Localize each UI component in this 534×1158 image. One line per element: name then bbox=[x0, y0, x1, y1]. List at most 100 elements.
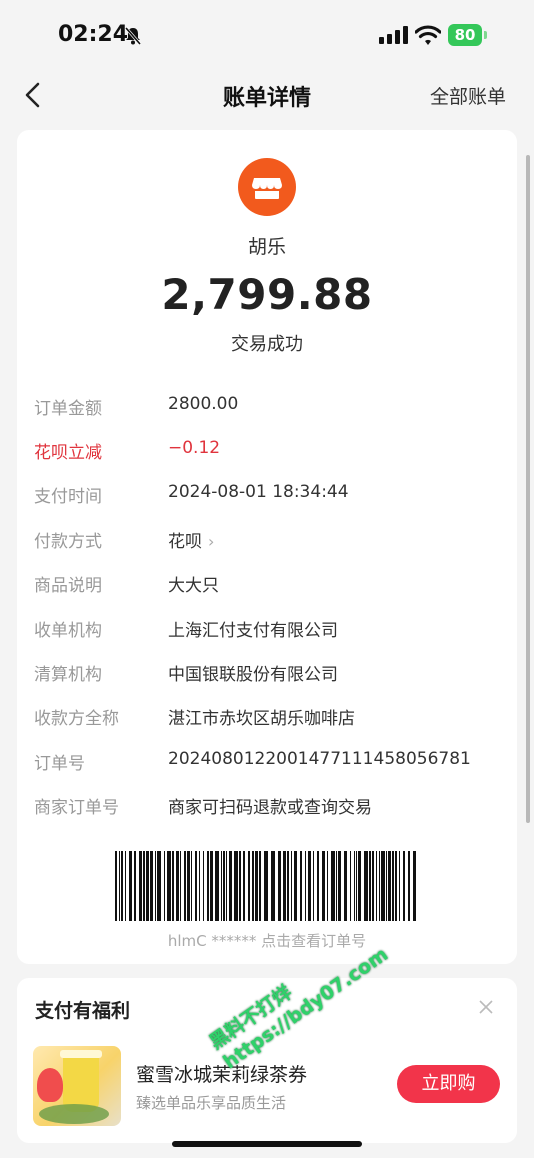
detail-row-order-amount: 订单金额 2800.00 bbox=[34, 394, 504, 424]
detail-row-payment-method[interactable]: 付款方式 花呗 › bbox=[34, 527, 504, 557]
barcode-bar bbox=[255, 851, 258, 921]
barcode-bar bbox=[392, 851, 394, 921]
detail-label: 订单号 bbox=[34, 754, 85, 774]
barcode-bar bbox=[358, 851, 361, 921]
wifi-icon bbox=[415, 25, 441, 45]
buy-now-button[interactable]: 立即购 bbox=[397, 1065, 500, 1103]
nav-bar: 账单详情 全部账单 bbox=[0, 70, 534, 120]
barcode-bar bbox=[199, 851, 200, 921]
bell-slash-icon bbox=[124, 27, 142, 45]
barcode-bar bbox=[271, 851, 275, 921]
detail-value: 2024-08-01 18:34:44 bbox=[168, 482, 349, 502]
detail-label: 支付时间 bbox=[34, 487, 102, 507]
barcode-bar bbox=[150, 851, 153, 921]
barcode-bar bbox=[180, 851, 181, 921]
detail-row-order-number: 订单号 2024080122001477111458056781 bbox=[34, 749, 504, 779]
detail-label: 花呗立减 bbox=[34, 443, 102, 463]
barcode-bar bbox=[338, 851, 341, 921]
barcode-caption[interactable]: hlmC ****** 点击查看订单号 bbox=[17, 930, 517, 951]
cup-lid-graphic bbox=[60, 1050, 102, 1058]
chevron-right-icon: › bbox=[208, 532, 215, 551]
barcode-bar bbox=[125, 851, 126, 921]
barcode-bar bbox=[364, 851, 368, 921]
close-icon[interactable] bbox=[477, 998, 495, 1016]
benefit-item-name[interactable]: 蜜雪冰城茉莉绿茶券 bbox=[136, 1060, 307, 1087]
barcode-bar bbox=[386, 851, 387, 921]
barcode-bar bbox=[134, 851, 136, 921]
barcode-bar bbox=[243, 851, 245, 921]
barcode-bar bbox=[388, 851, 391, 921]
bill-detail-card: 胡乐 2,799.88 交易成功 订单金额 2800.00 花呗立减 −0.12… bbox=[17, 130, 517, 964]
barcode-bar bbox=[184, 851, 186, 921]
barcode-bar bbox=[354, 851, 355, 921]
detail-row-clearing: 清算机构 中国银联股份有限公司 bbox=[34, 660, 504, 690]
barcode-bar bbox=[259, 851, 261, 921]
barcode-bar bbox=[278, 851, 281, 921]
barcode-bar bbox=[239, 851, 241, 921]
detail-value: 2024080122001477111458056781 bbox=[168, 749, 471, 769]
detail-value: 中国银联股份有限公司 bbox=[168, 665, 338, 685]
detail-row-acquirer: 收单机构 上海汇付支付有限公司 bbox=[34, 616, 504, 646]
barcode-bar bbox=[119, 851, 120, 921]
detail-row-merchant-order: 商家订单号 商家可扫码退款或查询交易 bbox=[34, 793, 504, 823]
detail-row-product-desc: 商品说明 大大只 bbox=[34, 571, 504, 601]
barcode-bar bbox=[195, 851, 197, 921]
transaction-amount: 2,799.88 bbox=[161, 270, 373, 319]
benefit-item-subtitle: 臻选单品乐享品质生活 bbox=[136, 1094, 287, 1112]
detail-label: 订单金额 bbox=[34, 399, 102, 419]
barcode-bar bbox=[287, 851, 289, 921]
detail-row-huabei-discount: 花呗立减 −0.12 bbox=[34, 438, 504, 468]
leaves-graphic bbox=[39, 1104, 109, 1124]
barcode-bar bbox=[146, 851, 149, 921]
detail-row-payee-name: 收款方全称 湛江市赤坎区胡乐咖啡店 bbox=[34, 704, 504, 734]
detail-row-pay-time: 支付时间 2024-08-01 18:34:44 bbox=[34, 482, 504, 512]
detail-value: 2800.00 bbox=[168, 394, 239, 414]
barcode-bar bbox=[376, 851, 377, 921]
barcode-bar bbox=[248, 851, 250, 921]
barcode-bar bbox=[167, 851, 171, 921]
battery-indicator: 80 bbox=[448, 24, 488, 46]
product-image[interactable] bbox=[33, 1046, 121, 1126]
shop-icon bbox=[238, 158, 296, 216]
barcode-bar bbox=[229, 851, 232, 921]
payment-method-value[interactable]: 花呗 › bbox=[168, 527, 214, 552]
status-time: 02:24 bbox=[58, 22, 129, 47]
barcode-bar bbox=[369, 851, 371, 921]
barcode-bar bbox=[350, 851, 351, 921]
barcode-bar bbox=[203, 851, 204, 921]
barcode-bar bbox=[413, 851, 416, 921]
barcode-bar bbox=[223, 851, 225, 921]
scrollbar[interactable] bbox=[526, 155, 530, 823]
barcode-bar bbox=[226, 851, 227, 921]
detail-label: 商品说明 bbox=[34, 576, 102, 596]
barcode-bar bbox=[155, 851, 156, 921]
barcode-bar bbox=[210, 851, 213, 921]
barcode-bar bbox=[408, 851, 410, 921]
detail-label: 清算机构 bbox=[34, 665, 102, 685]
detail-value: 上海汇付支付有限公司 bbox=[168, 621, 338, 641]
barcode-bar bbox=[313, 851, 314, 921]
cellular-signal-icon bbox=[379, 26, 408, 44]
home-indicator[interactable] bbox=[172, 1141, 362, 1147]
barcode-bar bbox=[331, 851, 335, 921]
barcode-bar bbox=[336, 851, 337, 921]
barcode-bar bbox=[372, 851, 374, 921]
barcode-bar bbox=[264, 851, 268, 921]
all-bills-link[interactable]: 全部账单 bbox=[430, 82, 506, 109]
barcode-bar bbox=[317, 851, 319, 921]
barcode-bar bbox=[294, 851, 297, 921]
barcode-bar bbox=[139, 851, 142, 921]
detail-label: 商家订单号 bbox=[34, 798, 119, 818]
battery-cap bbox=[484, 31, 487, 39]
barcode-bar bbox=[283, 851, 286, 921]
status-bar: 02:24 80 bbox=[0, 0, 534, 70]
barcode-bar bbox=[115, 851, 117, 921]
merchant-name: 胡乐 bbox=[247, 236, 286, 258]
transaction-status: 交易成功 bbox=[231, 334, 303, 355]
detail-value: 湛江市赤坎区胡乐咖啡店 bbox=[168, 709, 355, 729]
barcode-bar bbox=[395, 851, 397, 921]
barcode-bar bbox=[252, 851, 254, 921]
barcode-bar bbox=[221, 851, 222, 921]
barcode-bar bbox=[356, 851, 357, 921]
order-barcode[interactable] bbox=[115, 851, 419, 921]
